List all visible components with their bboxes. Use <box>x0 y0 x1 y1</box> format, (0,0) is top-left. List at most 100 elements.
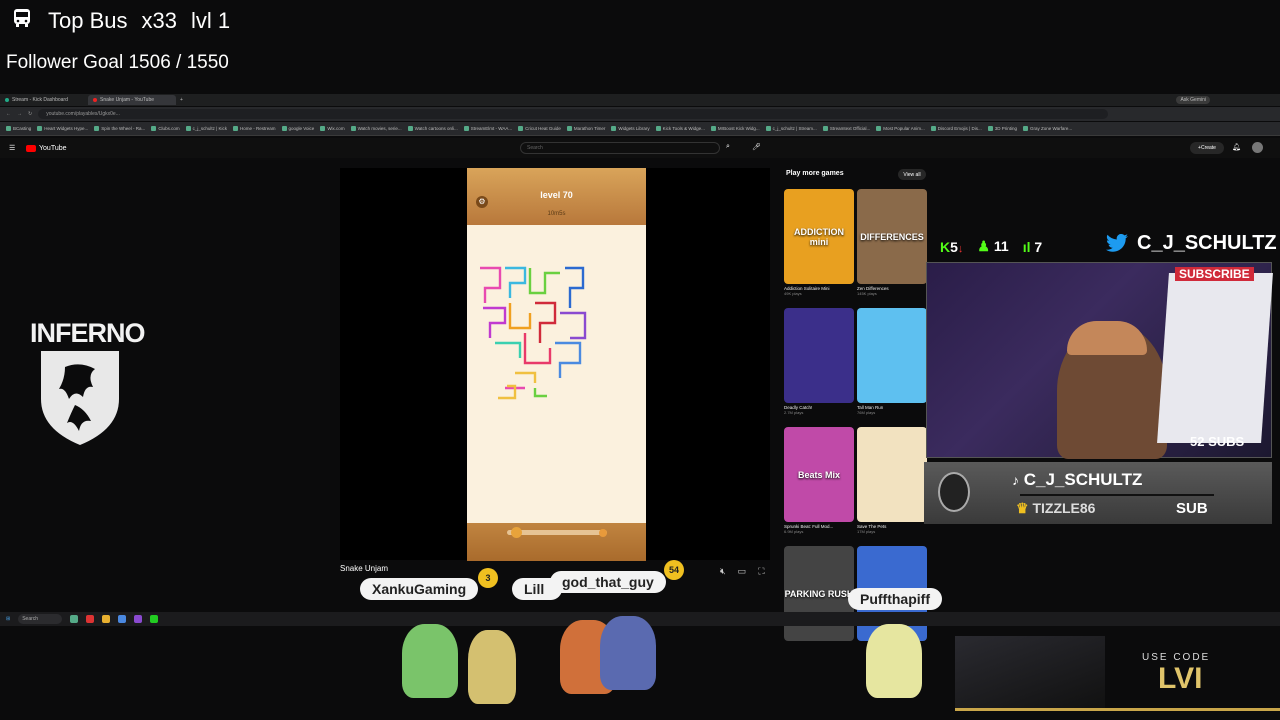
tab-kick-dashboard[interactable]: Stream - Kick Dashboard <box>0 95 88 105</box>
crown-icon: ♛ <box>1016 500 1029 516</box>
zoom-slider[interactable] <box>507 527 607 538</box>
reload-icon[interactable]: ↻ <box>28 111 32 117</box>
bookmark-icon <box>6 126 11 131</box>
bookmark-icon <box>94 126 100 131</box>
address-bar-row: ← → ↻ youtube.com/playables/Ugkx0e... <box>0 107 1280 121</box>
kick-icon: K <box>940 238 951 255</box>
new-tab-icon[interactable]: + <box>180 97 183 103</box>
game-card[interactable]: ADDICTION mini Addiction Solitaire Mini 49… <box>784 189 854 296</box>
webcam-feed: SUBSCRIBE <box>926 262 1273 459</box>
bookmark-item[interactable]: MrBoost Kick Widg... <box>710 126 760 131</box>
bookmark-icon <box>876 126 882 131</box>
top-bus-label: Top Bus <box>48 8 128 33</box>
bookmark-icon <box>463 126 469 131</box>
bookmark-item[interactable]: c_j_schultz | Kick <box>185 126 227 131</box>
view-all-button[interactable]: View all <box>898 169 926 180</box>
app-icon[interactable] <box>150 615 159 623</box>
bell-icon[interactable]: 🔔︎ <box>1232 143 1241 151</box>
mute-icon[interactable]: 🔇︎ <box>720 566 726 577</box>
bookmark-item[interactable]: Widgets Library <box>611 126 650 131</box>
bookmark-item[interactable]: 3D Printing <box>987 126 1017 131</box>
bookmark-item[interactable]: BCasting <box>6 126 31 131</box>
bookmark-item[interactable]: Cricut Heat Guide <box>518 126 561 131</box>
tab-youtube[interactable]: Snake Unjam - YouTube <box>88 95 176 105</box>
back-icon[interactable]: ← <box>6 111 11 117</box>
game-thumbnail[interactable] <box>857 427 927 522</box>
bookmark-item[interactable]: Watch movies, serie... <box>350 126 402 131</box>
avatar[interactable] <box>1252 142 1263 153</box>
game-plays: 76M plays <box>857 410 876 415</box>
game-plays: 145K plays <box>857 291 877 296</box>
app-icon[interactable] <box>86 615 95 623</box>
game-card[interactable]: Save The Pets 17M plays <box>857 427 927 534</box>
bookmark-item[interactable]: google Voice <box>281 126 314 131</box>
taskbar-search[interactable]: Search <box>18 614 63 624</box>
search-icon[interactable]: ⌕ <box>726 143 730 151</box>
menu-icon[interactable]: ☰ <box>9 144 15 152</box>
zoom-slider-handle[interactable] <box>511 527 522 538</box>
url-field[interactable]: youtube.com/playables/Ugkx0e... <box>38 109 1109 119</box>
game-thumbnail[interactable]: Beats Mix <box>784 427 854 522</box>
game-thumbnail[interactable] <box>784 308 854 403</box>
bookmark-item[interactable]: Home - Restream <box>233 126 276 131</box>
windows-icon[interactable]: ⊞ <box>6 616 10 622</box>
app-icon[interactable] <box>134 615 143 623</box>
app-icon[interactable] <box>118 615 127 623</box>
game-thumbnail[interactable]: PARKING RUSH <box>784 546 854 641</box>
bookmark-item[interactable]: Clubs.com <box>151 126 180 131</box>
captions-icon[interactable]: ▭ <box>738 566 747 577</box>
fullscreen-icon[interactable]: ⛶ <box>758 566 764 577</box>
bookmark-item[interactable]: c_j_schultz | Stream... <box>765 126 817 131</box>
chat-badge: 54 <box>664 560 684 580</box>
play-more-heading: Play more games <box>786 170 844 177</box>
bookmark-item[interactable]: Kick Tools & Widge... <box>655 126 705 131</box>
bookmark-icon <box>281 126 287 131</box>
bookmark-item[interactable]: Discord Emojis | Dis... <box>930 126 982 131</box>
bookmark-item[interactable]: Marathon Timer <box>566 126 605 131</box>
snake-puzzle-pieces[interactable] <box>495 380 555 402</box>
game-card[interactable]: PARKING RUSH <box>784 546 854 643</box>
bookmark-icon <box>566 126 572 131</box>
top-bus-level: lvl 1 <box>190 8 231 33</box>
game-card[interactable]: Deadly Catch! 2.7M plays <box>784 308 854 415</box>
bookmark-item[interactable]: Heart Widgets Hype... <box>37 126 88 131</box>
sprite-yellow <box>468 630 516 704</box>
app-icon[interactable] <box>102 615 111 623</box>
search-input[interactable]: Search <box>520 142 720 154</box>
bus-icon <box>10 6 34 36</box>
bookmark-item[interactable]: StreamElmt - WAA... <box>463 126 512 131</box>
game-thumbnail[interactable]: DIFFERENCES <box>857 189 927 284</box>
app-icon[interactable] <box>70 615 79 623</box>
bookmark-icon <box>655 126 661 131</box>
sub-label: SUB <box>1176 500 1208 517</box>
create-button[interactable]: + Create <box>1190 142 1224 154</box>
game-plays: 17M plays <box>857 529 876 534</box>
bookmark-item[interactable]: Wix.com <box>320 126 345 131</box>
mic-icon[interactable]: 🎤︎ <box>752 143 761 151</box>
game-thumbnail[interactable]: ADDICTION mini <box>784 189 854 284</box>
bookmark-item[interactable]: Streamtext Official... <box>822 126 870 131</box>
bookmark-item[interactable]: Watch cartoons onli... <box>407 126 458 131</box>
stream-stats: K5↓ ♟ 11 ıl 7 <box>940 238 1042 255</box>
bookmark-item[interactable]: Most Popular Anim... <box>876 126 925 131</box>
zoom-plus-icon[interactable] <box>599 529 607 537</box>
forward-icon[interactable]: → <box>17 111 22 117</box>
youtube-logo[interactable]: YouTube <box>26 144 67 152</box>
game-card[interactable]: Beats Mix Sprunki Beat: Full Mod... 6.9M p… <box>784 427 854 534</box>
bookmark-icon <box>320 126 326 131</box>
bars-icon: ıl <box>1022 238 1031 255</box>
bookmark-item[interactable]: Spin the Wheel - Ra... <box>94 126 145 131</box>
game-card[interactable]: DIFFERENCES Zen Differences 145K plays <box>857 189 927 296</box>
game-card[interactable]: Tall Man Run 76M plays <box>857 308 927 415</box>
sub-alert-bar: ♪ C_J_SCHULTZ ♛ TIZZLE86 SUB <box>924 462 1272 524</box>
game-footer <box>467 523 646 561</box>
subscribe-sign: SUBSCRIBE <box>1175 267 1254 281</box>
ask-gemini-button[interactable]: Ask Gemini <box>1176 96 1210 104</box>
bookmark-item[interactable]: Gray Zone Warfare... <box>1022 126 1072 131</box>
game-thumbnail[interactable] <box>857 308 927 403</box>
game-screen[interactable]: level 70 10m5s ⚙ <box>467 168 646 561</box>
game-plays: 2.7M plays <box>784 410 804 415</box>
settings-icon[interactable]: ⚙ <box>476 196 488 208</box>
twitter-handle: C_J_SCHULTZ <box>1105 232 1277 255</box>
browser-tab-strip: Stream - Kick Dashboard Snake Unjam - Yo… <box>0 94 1280 106</box>
